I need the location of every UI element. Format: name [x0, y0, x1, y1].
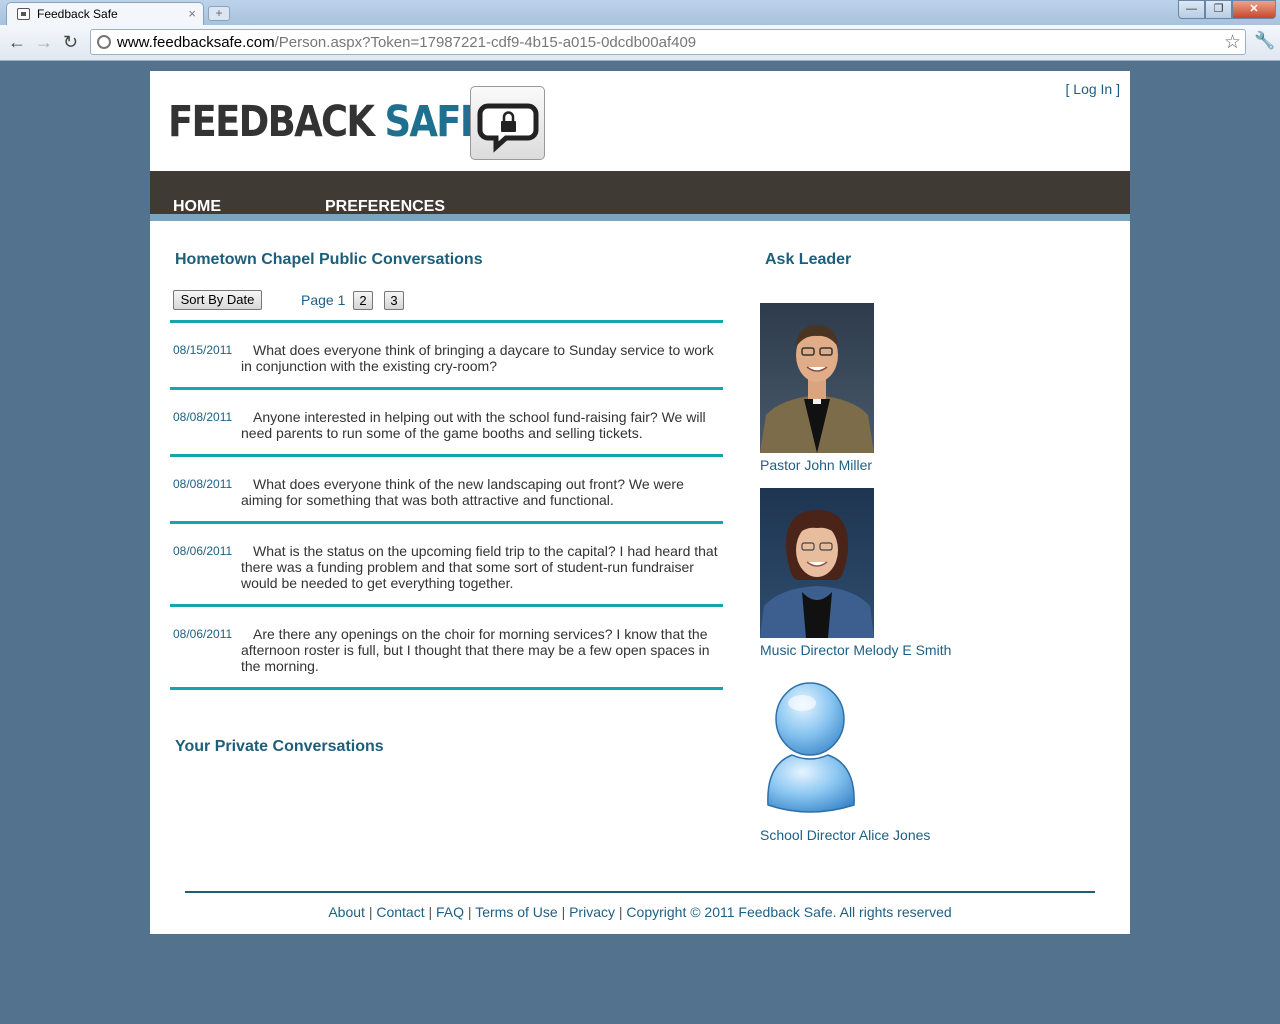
conversation-date: 08/06/2011	[173, 544, 233, 558]
browser-titlebar: Feedback Safe × + — ❐ ✕	[0, 0, 1280, 25]
tab-title: Feedback Safe	[37, 7, 118, 21]
chat-bubble-icon	[17, 8, 30, 20]
logo-text[interactable]: FEEDBACK SAFE	[168, 97, 485, 147]
logo-lock-bubble-icon	[470, 86, 545, 160]
url-host: www.feedbacksafe.com	[117, 34, 275, 51]
login-link[interactable]: [ Log In ]	[1066, 81, 1120, 97]
default-user-avatar-icon[interactable]	[760, 673, 874, 823]
private-conversations-title: Your Private Conversations	[175, 738, 384, 755]
conversation-text[interactable]: What does everyone think of bringing a d…	[241, 342, 725, 374]
conversation-text[interactable]: What is the status on the upcoming field…	[241, 543, 725, 591]
page-container: FEEDBACK SAFE [ Log In ] HOME PREFERENCE…	[150, 71, 1130, 934]
minimize-button[interactable]: —	[1178, 0, 1205, 19]
leader-photo[interactable]	[760, 488, 874, 638]
leader-name[interactable]: Music Director Melody E Smith	[760, 642, 951, 658]
tab-close-icon[interactable]: ×	[188, 6, 196, 21]
leader-name[interactable]: School Director Alice Jones	[760, 827, 930, 843]
logo-word-safe: SAFE	[384, 97, 485, 147]
bookmark-star-icon[interactable]: ☆	[1224, 31, 1241, 54]
public-conversations-title: Hometown Chapel Public Conversations	[175, 251, 483, 268]
conversation-date: 08/08/2011	[173, 477, 233, 491]
globe-icon	[97, 35, 111, 49]
address-bar[interactable]: www.feedbacksafe.com/Person.aspx?Token=1…	[90, 29, 1246, 55]
browser-toolbar: ← → ↻ www.feedbacksafe.com/Person.aspx?T…	[0, 25, 1280, 61]
conversation-item[interactable]: 08/06/2011 Are there any openings on the…	[170, 607, 723, 687]
conversation-date: 08/08/2011	[173, 410, 233, 424]
conversation-date: 08/06/2011	[173, 627, 233, 641]
footer-link-terms[interactable]: Terms of Use	[475, 904, 557, 920]
leader-name[interactable]: Pastor John Miller	[760, 457, 872, 473]
leader-photo[interactable]	[760, 303, 874, 453]
back-arrow-icon[interactable]: ←	[8, 32, 26, 52]
conversation-item[interactable]: 08/06/2011 What is the status on the upc…	[170, 524, 723, 604]
conversation-date: 08/15/2011	[173, 343, 233, 357]
footer-link-faq[interactable]: FAQ	[436, 904, 464, 920]
logo-word-feedback: FEEDBACK	[168, 97, 375, 147]
ask-leader-title: Ask Leader	[765, 251, 852, 268]
conversation-list: 08/15/2011 What does everyone think of b…	[170, 320, 723, 690]
main-nav: HOME PREFERENCES	[150, 171, 1130, 221]
page-3-button[interactable]: 3	[384, 291, 404, 310]
page-2-button[interactable]: 2	[353, 291, 373, 310]
nav-preferences[interactable]: PREFERENCES	[325, 198, 445, 216]
maximize-button[interactable]: ❐	[1205, 0, 1232, 19]
url-text: www.feedbacksafe.com/Person.aspx?Token=1…	[117, 34, 696, 51]
footer-divider	[185, 891, 1095, 893]
footer: About | Contact | FAQ | Terms of Use | P…	[328, 904, 952, 920]
conversation-text[interactable]: Are there any openings on the choir for …	[241, 626, 725, 674]
page-label: Page 1	[301, 292, 346, 308]
conversation-item[interactable]: 08/08/2011 What does everyone think of t…	[170, 457, 723, 521]
conversation-text[interactable]: Anyone interested in helping out with th…	[241, 409, 725, 441]
browser-tab[interactable]: Feedback Safe ×	[6, 2, 204, 25]
divider	[170, 687, 723, 690]
conversation-item[interactable]: 08/15/2011 What does everyone think of b…	[170, 323, 723, 387]
nav-home[interactable]: HOME	[173, 198, 221, 216]
footer-link-about[interactable]: About	[328, 904, 365, 920]
forward-arrow-icon[interactable]: →	[35, 32, 53, 52]
sort-by-date-button[interactable]: Sort By Date	[173, 290, 262, 310]
conversation-item[interactable]: 08/08/2011 Anyone interested in helping …	[170, 390, 723, 454]
conversation-text[interactable]: What does everyone think of the new land…	[241, 476, 725, 508]
footer-link-privacy[interactable]: Privacy	[569, 904, 615, 920]
footer-link-contact[interactable]: Contact	[376, 904, 424, 920]
footer-copyright: Copyright © 2011 Feedback Safe. All righ…	[626, 904, 952, 920]
close-window-button[interactable]: ✕	[1232, 0, 1276, 19]
new-tab-button[interactable]: +	[208, 6, 230, 21]
reload-icon[interactable]: ↻	[63, 32, 78, 52]
url-path: /Person.aspx?Token=17987221-cdf9-4b15-a0…	[274, 34, 697, 51]
wrench-icon[interactable]: 🔧	[1254, 31, 1275, 51]
